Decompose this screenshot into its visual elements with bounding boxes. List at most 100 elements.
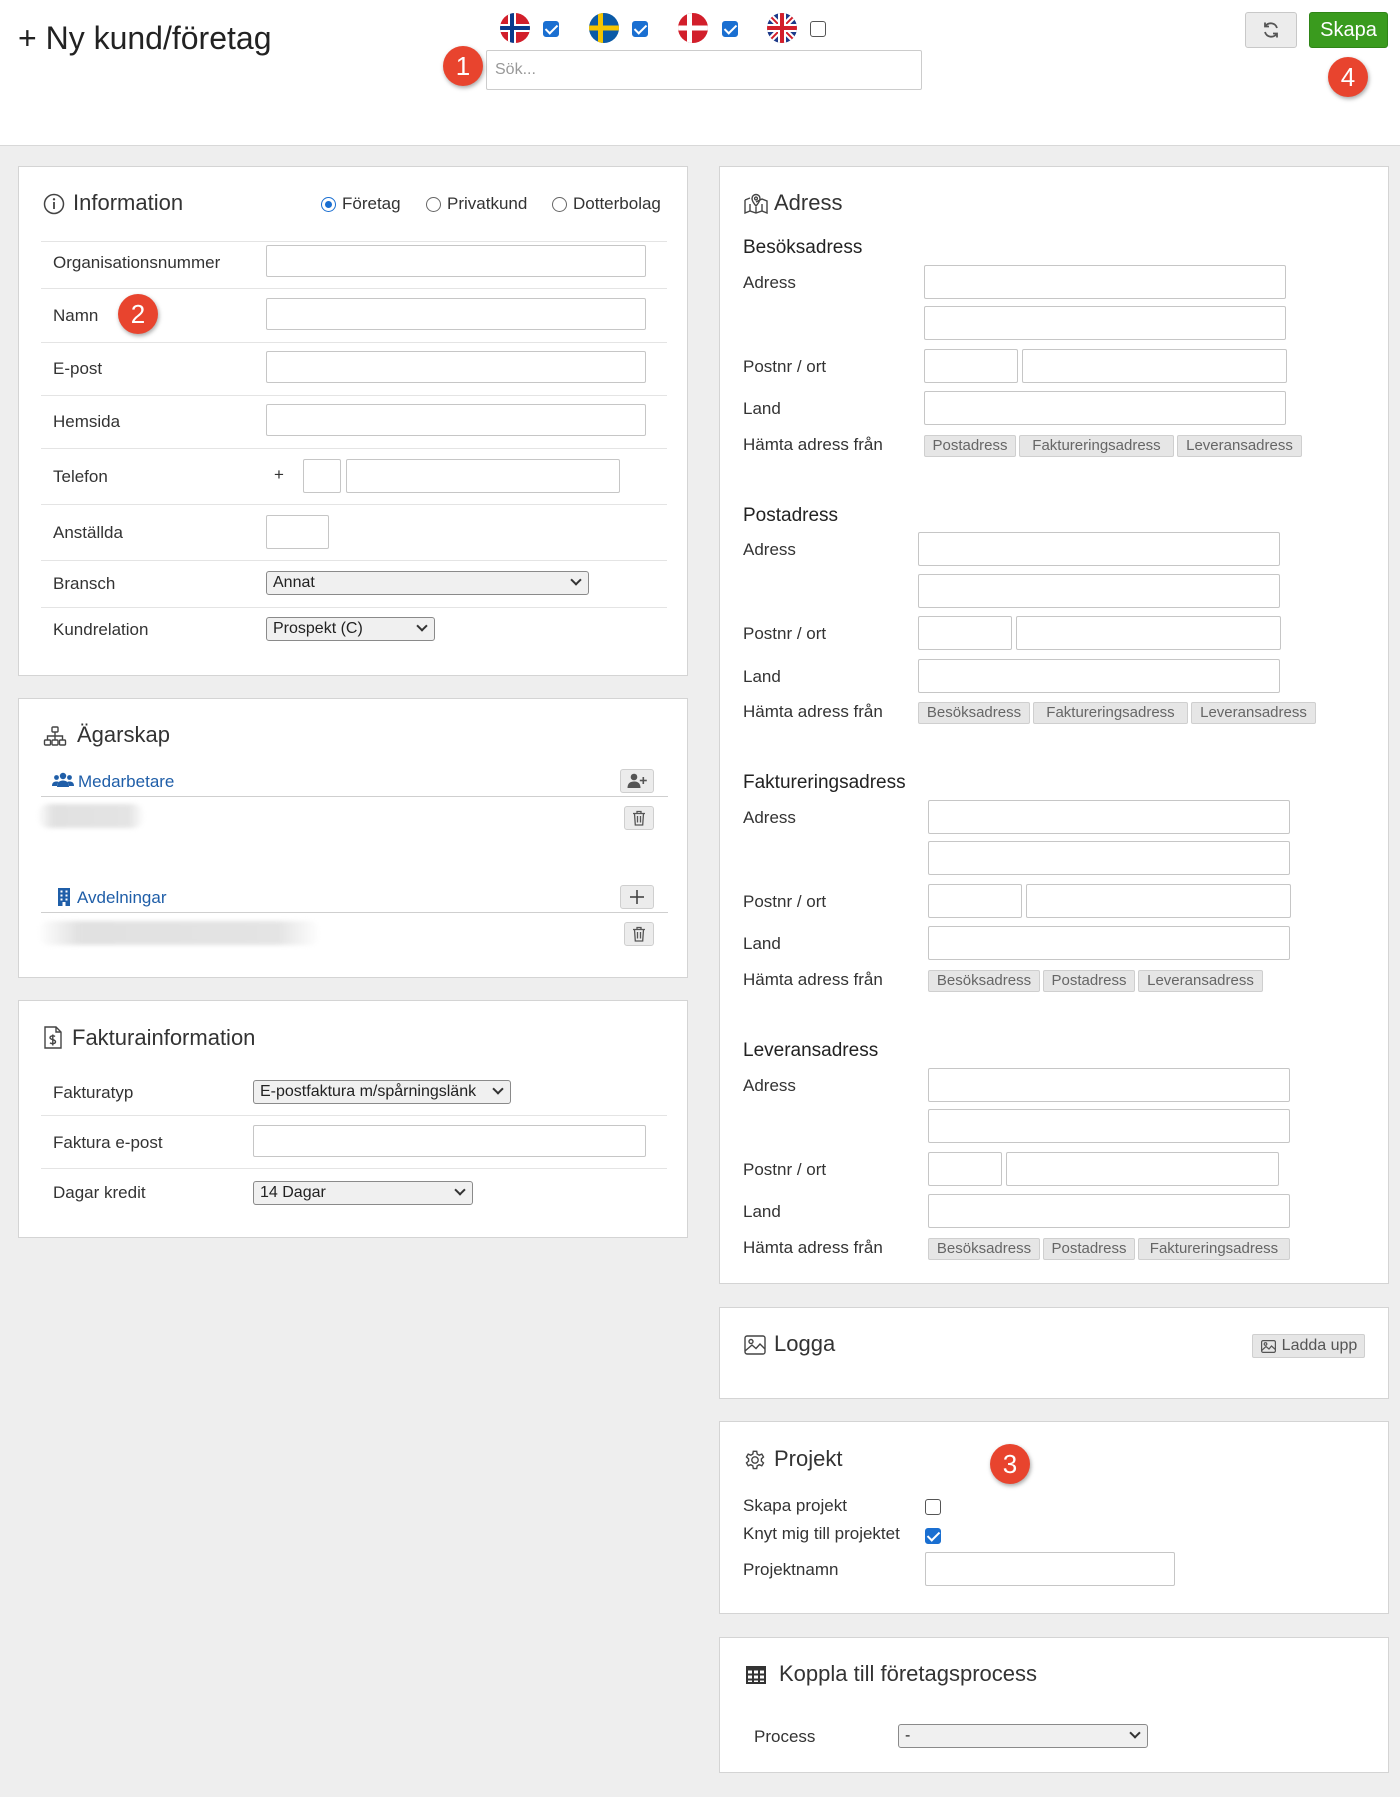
divider: [41, 241, 667, 242]
postal-fetch-label: Hämta adress från: [743, 702, 883, 721]
trash-icon: [633, 926, 645, 942]
industry-select-value: Annat: [273, 574, 315, 591]
billing-fetch-postal-button[interactable]: Postadress: [1043, 970, 1135, 992]
type-radio-private[interactable]: [426, 197, 441, 212]
billing-zip-city-label: Postnr / ort: [743, 892, 827, 911]
language-checkbox-se[interactable]: [632, 21, 648, 37]
employees-label: Anställda: [53, 523, 123, 542]
link-me-checkbox[interactable]: [925, 1528, 941, 1544]
type-radio-company[interactable]: [321, 197, 336, 212]
invoice-type-select[interactable]: E-postfaktura m/spårningslänk: [253, 1080, 511, 1104]
delivery-fetch-billing-button[interactable]: Faktureringsadress: [1138, 1238, 1290, 1260]
delivery-zip-city-label: Postnr / ort: [743, 1160, 827, 1179]
chevron-down-icon: [1129, 1727, 1141, 1739]
postal-address-title: Postadress: [743, 505, 839, 526]
project-name-input[interactable]: [925, 1552, 1175, 1586]
delivery-zip-input[interactable]: [928, 1152, 1002, 1186]
invoice-email-label: Faktura e-post: [53, 1133, 163, 1152]
visit-country-input[interactable]: [924, 391, 1286, 425]
customer-relation-select-value: Prospekt (C): [273, 620, 363, 637]
billing-country-input[interactable]: [928, 926, 1290, 960]
create-project-checkbox[interactable]: [925, 1499, 941, 1515]
delivery-country-input[interactable]: [928, 1194, 1290, 1228]
postal-city-input[interactable]: [1016, 616, 1281, 650]
delivery-fetch-visit-button[interactable]: Besöksadress: [928, 1238, 1040, 1260]
postal-address-line2-input[interactable]: [918, 574, 1280, 608]
postal-country-input[interactable]: [918, 659, 1280, 693]
customer-relation-label: Kundrelation: [53, 620, 149, 639]
ownership-title: Ägarskap: [77, 722, 170, 747]
postal-fetch-billing-button[interactable]: Faktureringsadress: [1033, 702, 1188, 724]
add-department-button[interactable]: [620, 885, 654, 909]
departments-link[interactable]: Avdelningar: [77, 888, 166, 908]
create-button[interactable]: Skapa: [1309, 12, 1388, 48]
email-input[interactable]: [266, 351, 646, 383]
chevron-down-icon: [492, 1083, 504, 1095]
org-nr-label: Organisationsnummer: [53, 253, 221, 272]
postal-fetch-delivery-button[interactable]: Leveransadress: [1191, 702, 1316, 724]
visit-zip-input[interactable]: [924, 349, 1018, 383]
norway-flag-icon: [500, 13, 530, 43]
customer-relation-select[interactable]: Prospekt (C): [266, 617, 435, 641]
billing-address-line1-input[interactable]: [928, 800, 1290, 834]
delivery-address-line1-input[interactable]: [928, 1068, 1290, 1102]
gear-icon: [745, 1450, 765, 1470]
phone-number-input[interactable]: [346, 459, 620, 493]
info-icon: [43, 193, 65, 215]
org-nr-input[interactable]: [266, 245, 646, 277]
industry-select[interactable]: Annat: [266, 571, 589, 595]
delivery-city-input[interactable]: [1006, 1152, 1279, 1186]
visit-address-line1-input[interactable]: [924, 265, 1286, 299]
trash-icon: [633, 810, 645, 826]
annotation-badge-4: 4: [1328, 57, 1368, 97]
postal-address-line1-input[interactable]: [918, 532, 1280, 566]
process-select[interactable]: -: [898, 1724, 1148, 1748]
type-radio-subsidiary[interactable]: [552, 197, 567, 212]
add-colleague-button[interactable]: [620, 769, 654, 793]
industry-label: Bransch: [53, 574, 116, 593]
process-label: Process: [754, 1727, 816, 1746]
users-icon: [52, 772, 74, 787]
type-radio-private-label: Privatkund: [447, 194, 528, 213]
postal-fetch-visit-button[interactable]: Besöksadress: [918, 702, 1030, 724]
billing-address-label: Adress: [743, 808, 796, 827]
colleague-redacted: [37, 804, 145, 828]
colleagues-link[interactable]: Medarbetare: [78, 772, 174, 792]
visit-fetch-postal-button[interactable]: Postadress: [924, 435, 1016, 457]
logo-title: Logga: [774, 1331, 836, 1356]
image-icon: [744, 1335, 766, 1355]
employees-input[interactable]: [266, 515, 329, 549]
delete-department-button[interactable]: [624, 922, 654, 946]
visit-city-input[interactable]: [1022, 349, 1287, 383]
delete-colleague-button[interactable]: [624, 806, 654, 830]
email-label: E-post: [53, 359, 103, 378]
billing-zip-input[interactable]: [928, 884, 1022, 918]
search-input[interactable]: [486, 50, 922, 90]
visit-address-label: Adress: [743, 273, 796, 292]
language-checkbox-no[interactable]: [543, 21, 559, 37]
billing-fetch-delivery-button[interactable]: Leveransadress: [1138, 970, 1263, 992]
visit-address-line2-input[interactable]: [924, 306, 1286, 340]
credit-days-select[interactable]: 14 Dagar: [253, 1181, 473, 1205]
postal-zip-input[interactable]: [918, 616, 1012, 650]
billing-city-input[interactable]: [1026, 884, 1291, 918]
invoice-email-input[interactable]: [253, 1125, 646, 1157]
name-input[interactable]: [266, 298, 646, 330]
website-input[interactable]: [266, 404, 646, 436]
language-checkbox-en[interactable]: [810, 21, 826, 37]
delivery-address-line2-input[interactable]: [928, 1109, 1290, 1143]
postal-zip-city-label: Postnr / ort: [743, 624, 827, 643]
phone-country-code-input[interactable]: [303, 459, 341, 493]
delivery-fetch-postal-button[interactable]: Postadress: [1043, 1238, 1135, 1260]
billing-address-line2-input[interactable]: [928, 841, 1290, 875]
upload-logo-button[interactable]: Ladda upp: [1252, 1334, 1365, 1358]
visit-fetch-billing-button[interactable]: Faktureringsadress: [1019, 435, 1174, 457]
language-checkbox-dk[interactable]: [722, 21, 738, 37]
billing-fetch-visit-button[interactable]: Besöksadress: [928, 970, 1040, 992]
divider: [41, 342, 667, 343]
website-label: Hemsida: [53, 412, 121, 431]
refresh-button[interactable]: [1245, 12, 1297, 48]
divider: [41, 560, 667, 561]
visit-fetch-delivery-button[interactable]: Leveransadress: [1177, 435, 1302, 457]
annotation-badge-1: 1: [443, 46, 483, 86]
